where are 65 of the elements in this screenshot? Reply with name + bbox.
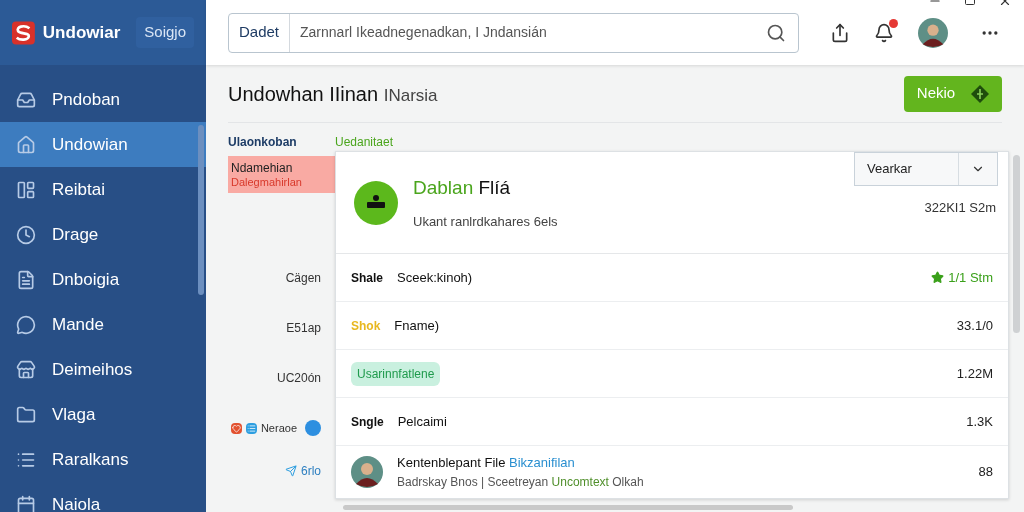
row-detail: Badrskay Bnos | Sceetreyan Uncomtext Olkah	[397, 473, 644, 491]
person-avatar	[351, 456, 383, 488]
workspace-badge[interactable]: Soigjo	[136, 17, 194, 48]
row-label: E51ap	[286, 320, 321, 337]
layout-icon	[16, 179, 36, 200]
row-value: 33.1/0	[956, 316, 993, 335]
row-title: Kentenblepant File Bikzanifilan	[397, 454, 576, 473]
link-label[interactable]: Neraoe	[260, 419, 297, 437]
link-label[interactable]: 6rlo	[301, 462, 321, 480]
sidebar-item[interactable]: Reibtai	[0, 167, 206, 212]
sidebar-item[interactable]: Vlaga	[0, 392, 206, 437]
avatar	[918, 17, 948, 48]
list-row[interactable]: Sngle Pelcaimi 1.3K	[336, 398, 1008, 446]
row-text: Fname)	[394, 316, 440, 335]
list-row[interactable]: Shale Sceek:kinoh) 1/1 Stm	[336, 254, 1008, 302]
row-label: Cägen	[285, 270, 321, 287]
list-icon[interactable]	[245, 422, 257, 434]
row-text: Pelcaimi	[397, 412, 447, 431]
notification-icon[interactable]	[874, 22, 894, 43]
heart-icon[interactable]	[230, 422, 242, 434]
row-value: 1.22M	[956, 364, 993, 383]
home-icon	[16, 134, 36, 155]
sidebar-item[interactable]: Pndoban	[0, 77, 206, 122]
highlighted-item[interactable]: Ndamehian Dalegmahirlan	[228, 156, 335, 193]
sidebar-item[interactable]: Undowian	[0, 122, 206, 167]
list-row[interactable]: Shok Fname) 33.1/0	[336, 302, 1008, 350]
row-tag: Shok	[351, 316, 381, 335]
document-icon	[16, 269, 36, 290]
chat-icon	[16, 314, 36, 335]
view-dropdown[interactable]: Vearkar	[854, 152, 998, 186]
timestamp: 322KI1 S2m	[924, 198, 996, 217]
sidebar-item[interactable]: Naiola	[0, 482, 206, 512]
list-row[interactable]: Kentenblepant File Bikzanifilan Badrskay Bnos | Sceetreyan Uncomtext Olkah 88	[336, 446, 1008, 498]
clock-icon	[16, 224, 36, 245]
row-value: 1.3K	[966, 412, 993, 431]
calendar-icon	[16, 494, 36, 512]
row-value: 1/1 Stm	[948, 268, 993, 287]
row-tag: Shale	[351, 268, 383, 287]
panel-heading: Ulaonkoban	[228, 134, 298, 151]
list-row[interactable]: Usarinnfatlene 1.22M	[336, 350, 1008, 398]
sidebar-item[interactable]: Dnboigia	[0, 257, 206, 302]
store-icon	[16, 359, 36, 380]
row-label: UC20ón	[276, 370, 321, 387]
stamp-icon	[354, 180, 398, 225]
sidebar-item[interactable]: Deimeihos	[0, 347, 206, 392]
share-icon[interactable]	[830, 22, 850, 43]
search-field[interactable]: Dadet Zarnnarl Ikeadnegenadkan, I Jndansián	[228, 12, 799, 53]
row-text: Sceek:kinoh)	[397, 268, 473, 287]
app-name: Undowiar	[42, 21, 121, 44]
search-icon[interactable]	[766, 22, 786, 43]
status-pill: Usarinnfatlene	[351, 361, 441, 386]
row-value: 88	[978, 463, 993, 482]
card-title: Dablan Flíá	[413, 175, 512, 200]
row-tag: Sngle	[351, 412, 384, 431]
section-label: Uedanitaet	[335, 134, 395, 151]
sidebar-item[interactable]: Drage	[0, 212, 206, 257]
card-subtitle: Ukant ranlrdkahares 6els	[413, 213, 558, 231]
sidebar-item[interactable]: Raralkans	[0, 437, 206, 482]
search-value: Zarnnarl Ikeadnegenadkan, I Jndansián	[299, 23, 548, 42]
sidebar-item[interactable]: Mande	[0, 302, 206, 347]
folder-icon	[16, 404, 36, 425]
plus-icon	[971, 84, 990, 103]
search-scope[interactable]: Dadet	[229, 13, 291, 52]
page-title: Undowhan IIinan INarsia	[228, 81, 438, 107]
send-icon[interactable]	[285, 465, 297, 477]
